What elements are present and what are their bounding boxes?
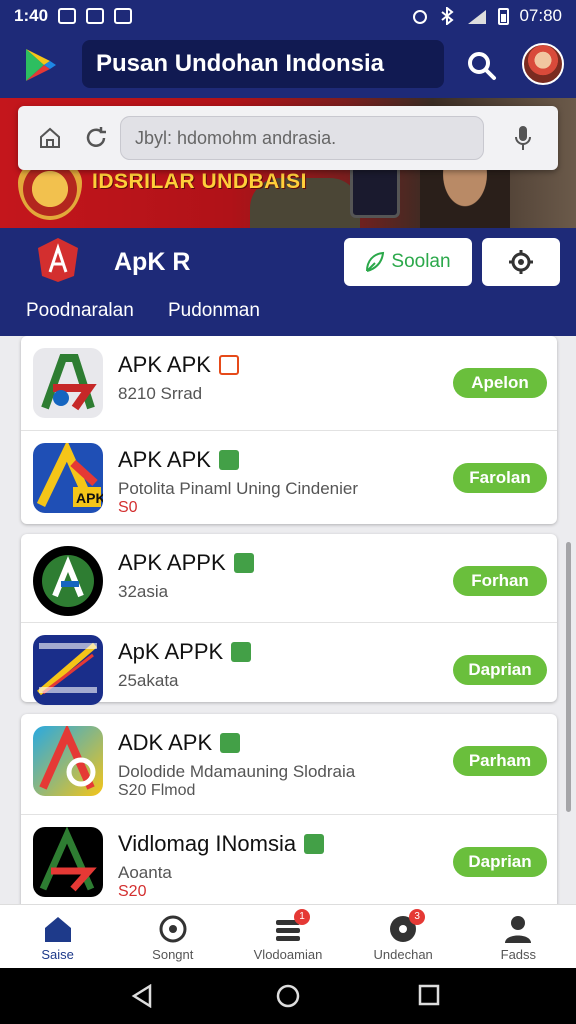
app-subtitle: 8210 Srrad <box>118 384 203 403</box>
person-icon <box>505 916 532 943</box>
system-nav-bar <box>0 968 576 1024</box>
browser-url-input[interactable]: Jbyl: hdomohm andrasia. <box>120 116 484 160</box>
app-action-button[interactable]: Forhan <box>453 566 547 596</box>
store-header: ApK R Soolan Poodnaralan Pudonman <box>0 228 576 336</box>
back-icon[interactable] <box>130 984 154 1008</box>
app-title: Pusan Undohan Indonsia <box>82 40 444 88</box>
compass-icon <box>159 915 187 943</box>
app-name: ADK APK <box>118 730 241 756</box>
app-subtitle: Dolodide Mdamauning Slodraia <box>118 762 356 781</box>
tab-poodnaralan[interactable]: Poodnaralan <box>26 300 134 322</box>
scrollbar[interactable] <box>566 542 571 812</box>
list-item[interactable]: APK APK APK Potolita Pinaml Uning Cinden… <box>21 430 557 524</box>
leaf-icon <box>366 251 385 272</box>
badge-icon <box>218 355 239 375</box>
app-bar: Pusan Undohan Indonsia <box>0 32 576 98</box>
refresh-icon[interactable] <box>84 126 108 150</box>
list-item[interactable]: APK APPK 32asia Forhan <box>21 534 557 628</box>
microphone-icon[interactable] <box>514 124 532 152</box>
app-action-button[interactable]: Daprian <box>453 655 547 685</box>
app-name: APK APPK <box>118 550 254 576</box>
app-name: APK APK <box>118 352 239 378</box>
app-name: Vidlomag INomsia <box>118 831 325 857</box>
banner-text: IDSRILAR UNDBAISI <box>92 170 308 193</box>
tab-pudonman[interactable]: Pudonman <box>168 300 260 322</box>
status-clock-right: 07:80 <box>519 6 562 25</box>
avatar[interactable] <box>522 43 564 85</box>
verified-badge-icon <box>220 733 241 753</box>
bluetooth-icon <box>441 7 455 25</box>
browser-bar: Jbyl: hdomohm andrasia. <box>18 106 558 170</box>
app-icon <box>33 348 103 418</box>
status-bar: 1:40 07:80 <box>0 0 576 32</box>
svg-text:APK: APK <box>76 490 103 506</box>
app-name: APK APK <box>118 447 239 473</box>
verified-badge-icon <box>231 642 252 662</box>
app-subtitle: Aoanta <box>118 863 172 882</box>
notification-badge: 3 <box>409 909 426 925</box>
list-item[interactable]: ADK APK Dolodide Mdamauning Slodraia S20… <box>21 714 557 808</box>
app-price: S0 <box>118 499 138 516</box>
alarm-icon <box>413 10 428 24</box>
nav-label: Vlodoamian <box>253 947 323 962</box>
verified-badge-icon <box>218 450 239 470</box>
notification-s-icon <box>58 8 77 24</box>
notification-mail-icon <box>114 8 133 24</box>
notification-d-icon <box>86 8 105 24</box>
verified-badge-icon <box>304 834 325 854</box>
search-icon[interactable] <box>466 50 498 82</box>
list-item[interactable]: ApK APPK 25akata Daprian <box>21 622 557 716</box>
store-name: ApK R <box>114 248 191 276</box>
app-icon <box>33 546 103 616</box>
notification-badge: 1 <box>293 909 310 925</box>
app-icon <box>33 726 103 796</box>
download-icon: 3 <box>387 909 426 945</box>
nav-label: Fadss <box>500 947 537 962</box>
app-price: S20 <box>118 883 147 900</box>
app-subtitle: Potolita Pinaml Uning Cindenier <box>118 479 359 498</box>
app-subtitle: 25akata <box>118 671 179 690</box>
nav-item-list[interactable]: 1 Vlodoamian <box>230 905 345 969</box>
signal-icon <box>468 10 487 24</box>
battery-icon <box>498 7 510 25</box>
home-icon[interactable] <box>38 126 62 150</box>
home-circle-icon[interactable] <box>276 984 300 1008</box>
store-logo-icon <box>38 238 78 282</box>
app-card: APK APPK 32asia Forhan ApK APPK 25akata … <box>21 534 557 705</box>
store-search-label: Soolan <box>391 251 451 272</box>
verified-badge-icon <box>233 553 254 573</box>
nav-label: Songnt <box>152 947 194 962</box>
nav-label: Undechan <box>373 947 433 962</box>
list-item[interactable]: APK APK 8210 Srrad Apelon <box>21 336 557 430</box>
app-size: S20 Flmod <box>118 782 196 799</box>
nav-item-downloads[interactable]: 3 Undechan <box>346 905 461 969</box>
app-action-button[interactable]: Apelon <box>453 368 547 398</box>
nav-item-home[interactable]: Saise <box>0 905 115 969</box>
app-list: APK APK 8210 Srrad Apelon APK APK APK Po… <box>0 336 576 904</box>
status-time: 1:40 <box>14 6 49 25</box>
bottom-nav: Saise Songnt 1 Vlodoamian 3 Undechan Fad… <box>0 904 576 968</box>
home-icon <box>44 917 71 942</box>
app-action-button[interactable]: Farolan <box>453 463 547 493</box>
nav-item-profile[interactable]: Fadss <box>461 905 576 969</box>
app-icon: APK <box>33 443 103 513</box>
recents-icon[interactable] <box>418 984 440 1006</box>
app-icon <box>33 635 103 705</box>
play-store-logo-icon[interactable] <box>22 47 58 83</box>
app-card: ADK APK Dolodide Mdamauning Slodraia S20… <box>21 714 557 904</box>
app-icon <box>33 827 103 897</box>
app-subtitle: 32asia <box>118 582 169 601</box>
settings-button[interactable] <box>482 238 560 286</box>
nav-label: Saise <box>41 947 74 962</box>
list-item[interactable]: Vidlomag INomsia Aoanta S20 Daprian <box>21 814 557 904</box>
app-action-button[interactable]: Daprian <box>453 847 547 877</box>
app-action-button[interactable]: Parham <box>453 746 547 776</box>
app-name: ApK APPK <box>118 639 252 665</box>
list-icon: 1 <box>272 909 310 945</box>
store-search-button[interactable]: Soolan <box>344 238 472 286</box>
nav-item-explore[interactable]: Songnt <box>115 905 230 969</box>
app-card: APK APK 8210 Srrad Apelon APK APK APK Po… <box>21 336 557 524</box>
gear-icon <box>509 250 533 274</box>
